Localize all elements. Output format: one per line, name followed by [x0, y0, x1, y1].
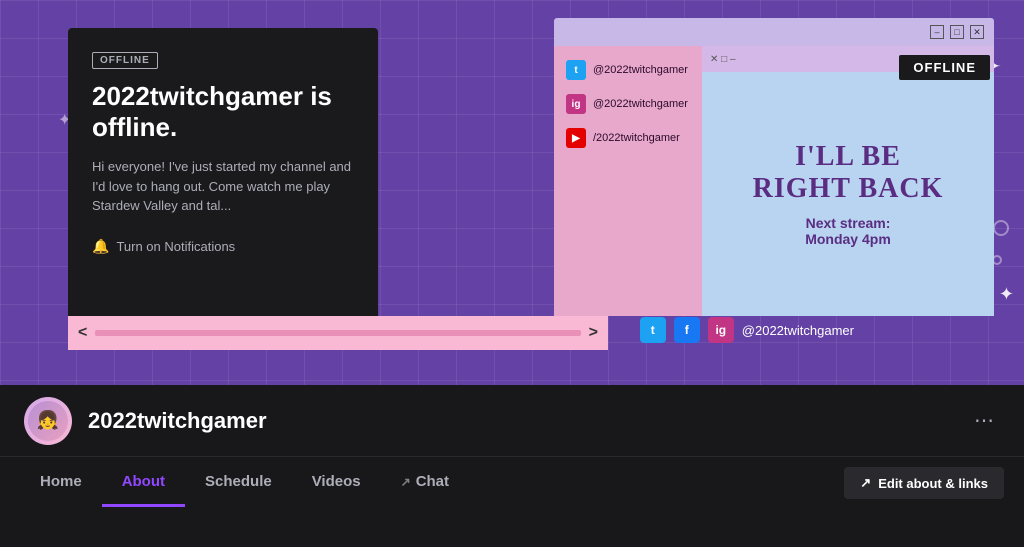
twitter-icon: t	[566, 60, 586, 80]
nav-tabs: Home About Schedule Videos ↗ Chat ↗ Edit…	[0, 457, 1024, 509]
youtube-link[interactable]: ▶ /2022twitchgamer	[566, 128, 690, 148]
tab-schedule-label: Schedule	[205, 473, 272, 490]
social-bar: t f ig @2022twitchgamer	[640, 317, 854, 343]
marquee-track	[95, 330, 580, 336]
instagram-link[interactable]: ig @2022twitchgamer	[566, 94, 690, 114]
offline-badge: OFFLINE	[92, 52, 158, 69]
offline-title: 2022twitchgamer is offline.	[92, 81, 354, 143]
window-minimize[interactable]: –	[930, 25, 944, 39]
back-panel: ✕ □ – I'LL BE RIGHT BACK Next stream: Mo…	[702, 46, 994, 316]
window-close[interactable]: ✕	[970, 25, 984, 39]
right-panel: t @2022twitchgamer ig @2022twitchgamer ▶…	[554, 46, 994, 316]
hero-dot-1	[993, 220, 1009, 236]
links-sidebar: t @2022twitchgamer ig @2022twitchgamer ▶…	[554, 46, 702, 316]
nav-tabs-left: Home About Schedule Videos ↗ Chat	[20, 459, 469, 507]
bottom-bar: 👧 2022twitchgamer ⋯ Home About Schedule …	[0, 385, 1024, 547]
notification-button[interactable]: 🔔 Turn on Notifications	[92, 238, 354, 255]
channel-header: 👧 2022twitchgamer ⋯	[0, 385, 1024, 457]
offline-description: Hi everyone! I've just started my channe…	[92, 157, 354, 216]
tab-home[interactable]: Home	[20, 459, 102, 507]
youtube-handle: /2022twitchgamer	[593, 132, 680, 144]
tab-home-label: Home	[40, 473, 82, 490]
notification-label: Turn on Notifications	[116, 239, 235, 254]
back-subtitle: Next stream: Monday 4pm	[805, 215, 891, 247]
back-content: I'LL BE RIGHT BACK Next stream: Monday 4…	[702, 72, 994, 316]
tab-about[interactable]: About	[102, 459, 185, 507]
tab-videos-label: Videos	[312, 473, 361, 490]
twitter-link[interactable]: t @2022twitchgamer	[566, 60, 690, 80]
hero-banner: OFFLINE 2022twitchgamer is offline. Hi e…	[0, 0, 1024, 385]
offline-top-right-badge: OFFLINE	[899, 55, 990, 80]
tab-chat[interactable]: ↗ Chat	[381, 459, 469, 507]
bell-icon: 🔔	[92, 238, 109, 255]
twitter-handle: @2022twitchgamer	[593, 64, 688, 76]
instagram-icon: ig	[566, 94, 586, 114]
external-link-icon: ↗	[401, 475, 411, 489]
tab-videos[interactable]: Videos	[292, 459, 381, 507]
edit-about-links-label: Edit about & links	[878, 476, 988, 491]
avatar-character: 👧	[37, 410, 59, 431]
marquee-bar: < >	[68, 316, 608, 350]
window-title-bar: – □ ✕	[554, 18, 994, 46]
back-panel-title-text: ✕ □ –	[710, 54, 736, 65]
more-options-button[interactable]: ⋯	[968, 405, 1000, 437]
tab-schedule[interactable]: Schedule	[185, 459, 292, 507]
youtube-icon: ▶	[566, 128, 586, 148]
tab-about-label: About	[122, 473, 165, 490]
edit-icon: ↗	[860, 475, 871, 491]
edit-about-links-button[interactable]: ↗ Edit about & links	[844, 467, 1004, 499]
twitter-social-icon[interactable]: t	[640, 317, 666, 343]
marquee-prev[interactable]: <	[78, 324, 87, 342]
instagram-social-icon[interactable]: ig	[708, 317, 734, 343]
back-title: I'LL BE RIGHT BACK	[753, 141, 944, 205]
social-handle: @2022twitchgamer	[742, 323, 854, 338]
marquee-next[interactable]: >	[589, 324, 598, 342]
channel-name: 2022twitchgamer	[88, 408, 952, 434]
offline-card: OFFLINE 2022twitchgamer is offline. Hi e…	[68, 28, 378, 323]
avatar: 👧	[24, 397, 72, 445]
window-maximize[interactable]: □	[950, 25, 964, 39]
tab-chat-label: Chat	[416, 473, 449, 490]
facebook-social-icon[interactable]: f	[674, 317, 700, 343]
avatar-inner: 👧	[28, 401, 68, 441]
instagram-handle: @2022twitchgamer	[593, 98, 688, 110]
sparkle-icon-2: ✦	[999, 284, 1014, 305]
